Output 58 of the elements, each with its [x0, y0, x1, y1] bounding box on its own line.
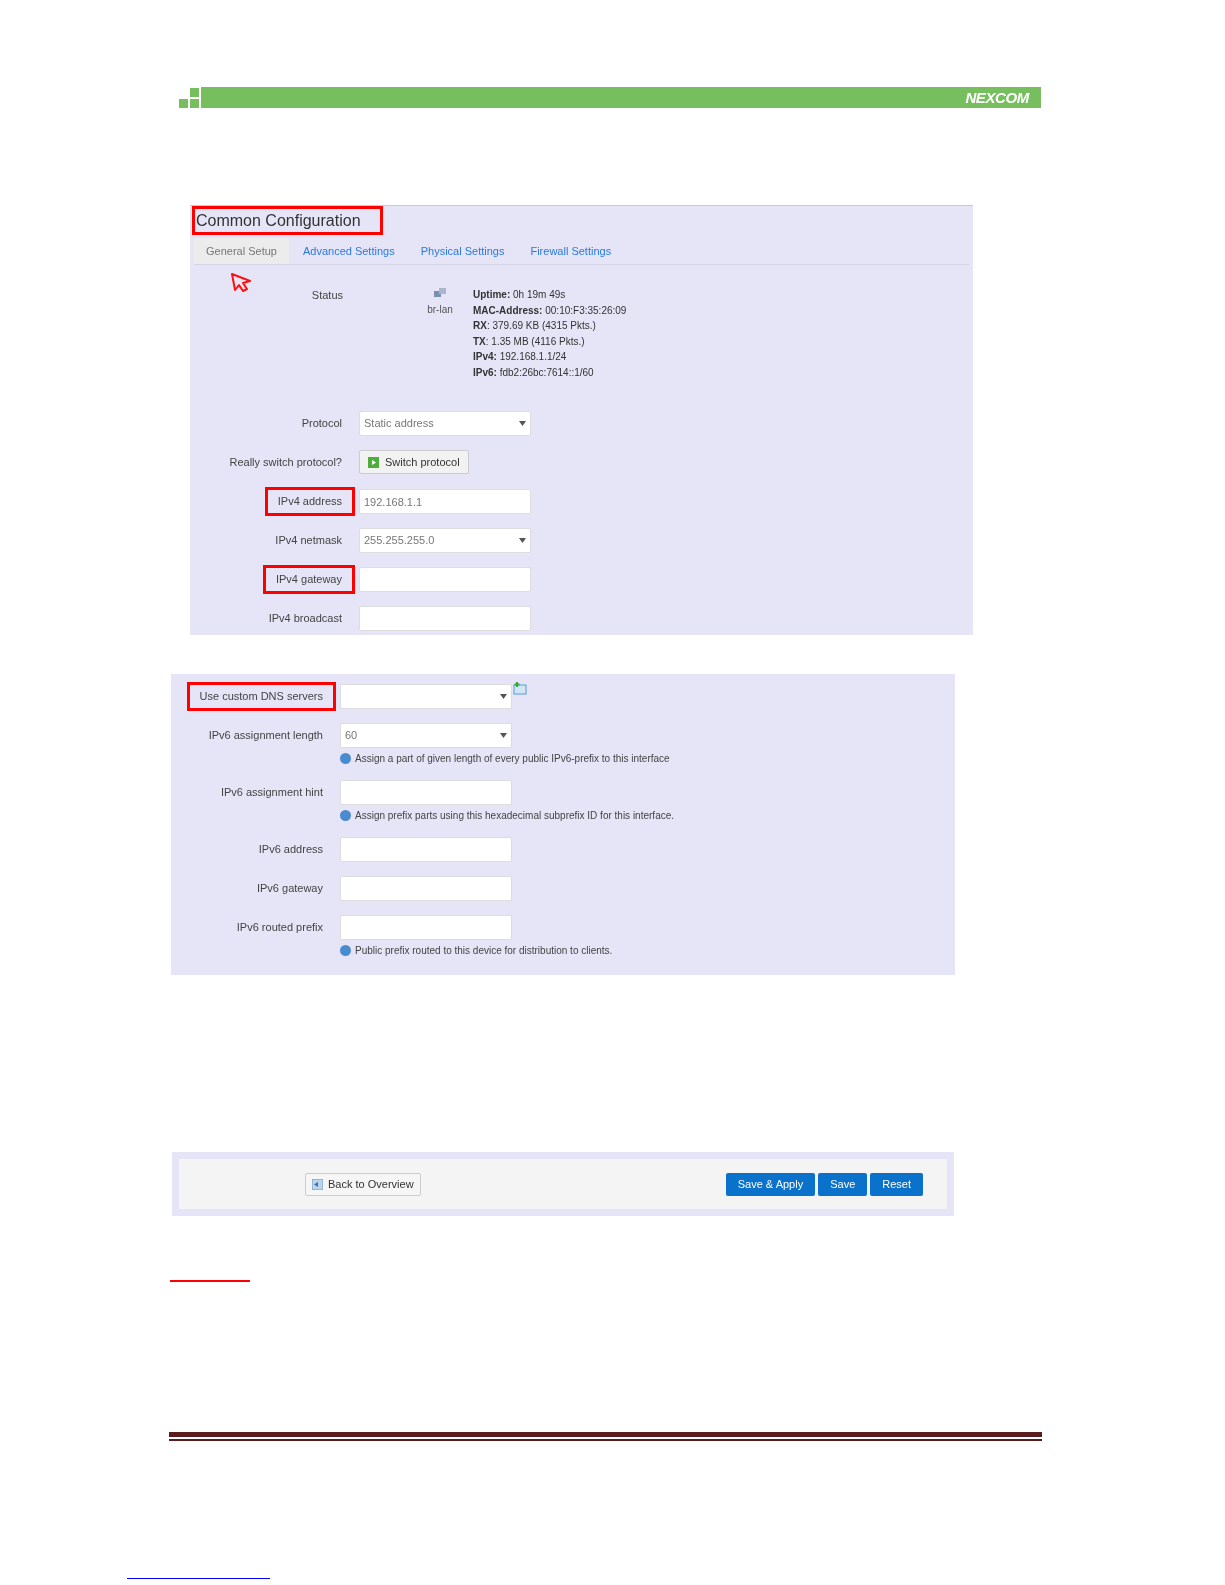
field-label: IPv6 gateway	[256, 881, 323, 897]
select-field[interactable]: 255.255.255.0	[359, 528, 531, 553]
dropdown-caret-icon	[500, 694, 507, 699]
dropdown-caret-icon	[500, 733, 507, 738]
hint-text: Assign a part of given length of every public IPv6-prefix to this interface	[355, 752, 670, 766]
apply-icon	[368, 456, 379, 468]
status-line: IPv6: fdb2:26bc:7614::1/60	[473, 365, 595, 380]
field-label: Status	[310, 288, 343, 303]
text-field[interactable]	[359, 567, 531, 592]
field-label: IPv6 address	[258, 842, 323, 858]
tab[interactable]: Physical Settings	[408, 238, 517, 264]
text-field[interactable]	[340, 915, 512, 940]
help-icon	[340, 945, 351, 956]
text-field[interactable]: 192.168.1.1	[359, 489, 531, 514]
field-label: Really switch protocol?	[229, 455, 342, 471]
hint-text: Assign prefix parts using this hexadecimal subprefix ID for this interface.	[355, 809, 675, 823]
text-field[interactable]	[359, 606, 531, 631]
back-arrow-icon	[312, 1178, 323, 1190]
help-icon	[340, 753, 351, 764]
field-label: IPv4 netmask	[275, 533, 342, 549]
status-line: TX: 1.35 MB (4116 Pkts.)	[473, 334, 586, 349]
status-line: RX: 379.69 KB (4315 Pkts.)	[473, 319, 597, 334]
add-entry-icon[interactable]	[513, 682, 527, 695]
text-field[interactable]	[340, 837, 512, 862]
hint-text: Public prefix routed to this device for distribution to clients.	[355, 944, 613, 958]
logo-squares-icon	[179, 87, 201, 108]
interface-name: br-lan	[427, 303, 453, 317]
select-field[interactable]: 60	[340, 723, 512, 748]
field-label: IPv4 gateway	[262, 565, 355, 594]
panel-title: Common Configuration	[192, 206, 383, 235]
field-label: Protocol	[301, 416, 342, 432]
select-field[interactable]	[340, 684, 512, 709]
field-label: IPv6 assignment length	[208, 728, 323, 744]
text-field[interactable]	[340, 780, 512, 805]
field-label: IPv6 assignment hint	[220, 785, 323, 801]
pointer-arrow-icon	[230, 272, 252, 292]
tab[interactable]: Firewall Settings	[518, 238, 624, 264]
network-icon	[433, 287, 447, 299]
status-line: Uptime: 0h 19m 49s	[473, 288, 567, 302]
switch-protocol-button[interactable]: Switch protocol	[359, 450, 469, 474]
action-button[interactable]: Reset	[870, 1172, 923, 1196]
field-label: IPv6 routed prefix	[236, 920, 323, 936]
back-to-overview-button[interactable]: Back to Overview	[305, 1172, 421, 1196]
field-label: Use custom DNS servers	[186, 682, 336, 711]
select-field[interactable]: Static address	[359, 411, 531, 436]
field-label: IPv4 broadcast	[268, 611, 342, 627]
action-button[interactable]: Save & Apply	[725, 1172, 816, 1196]
dropdown-caret-icon	[519, 538, 526, 543]
status-line: IPv4: 192.168.1.1/24	[473, 350, 568, 365]
tab[interactable]: Advanced Settings	[290, 238, 407, 264]
help-icon	[340, 810, 351, 821]
field-label: IPv4 address	[264, 487, 355, 516]
brand-logo: NEXCOM	[965, 90, 1029, 105]
action-button[interactable]: Save	[818, 1172, 868, 1196]
dropdown-caret-icon	[519, 421, 526, 426]
tab[interactable]: General Setup	[194, 238, 289, 264]
text-field[interactable]	[340, 876, 512, 901]
status-line: MAC-Address: 00:10:F3:35:26:09	[473, 303, 627, 318]
